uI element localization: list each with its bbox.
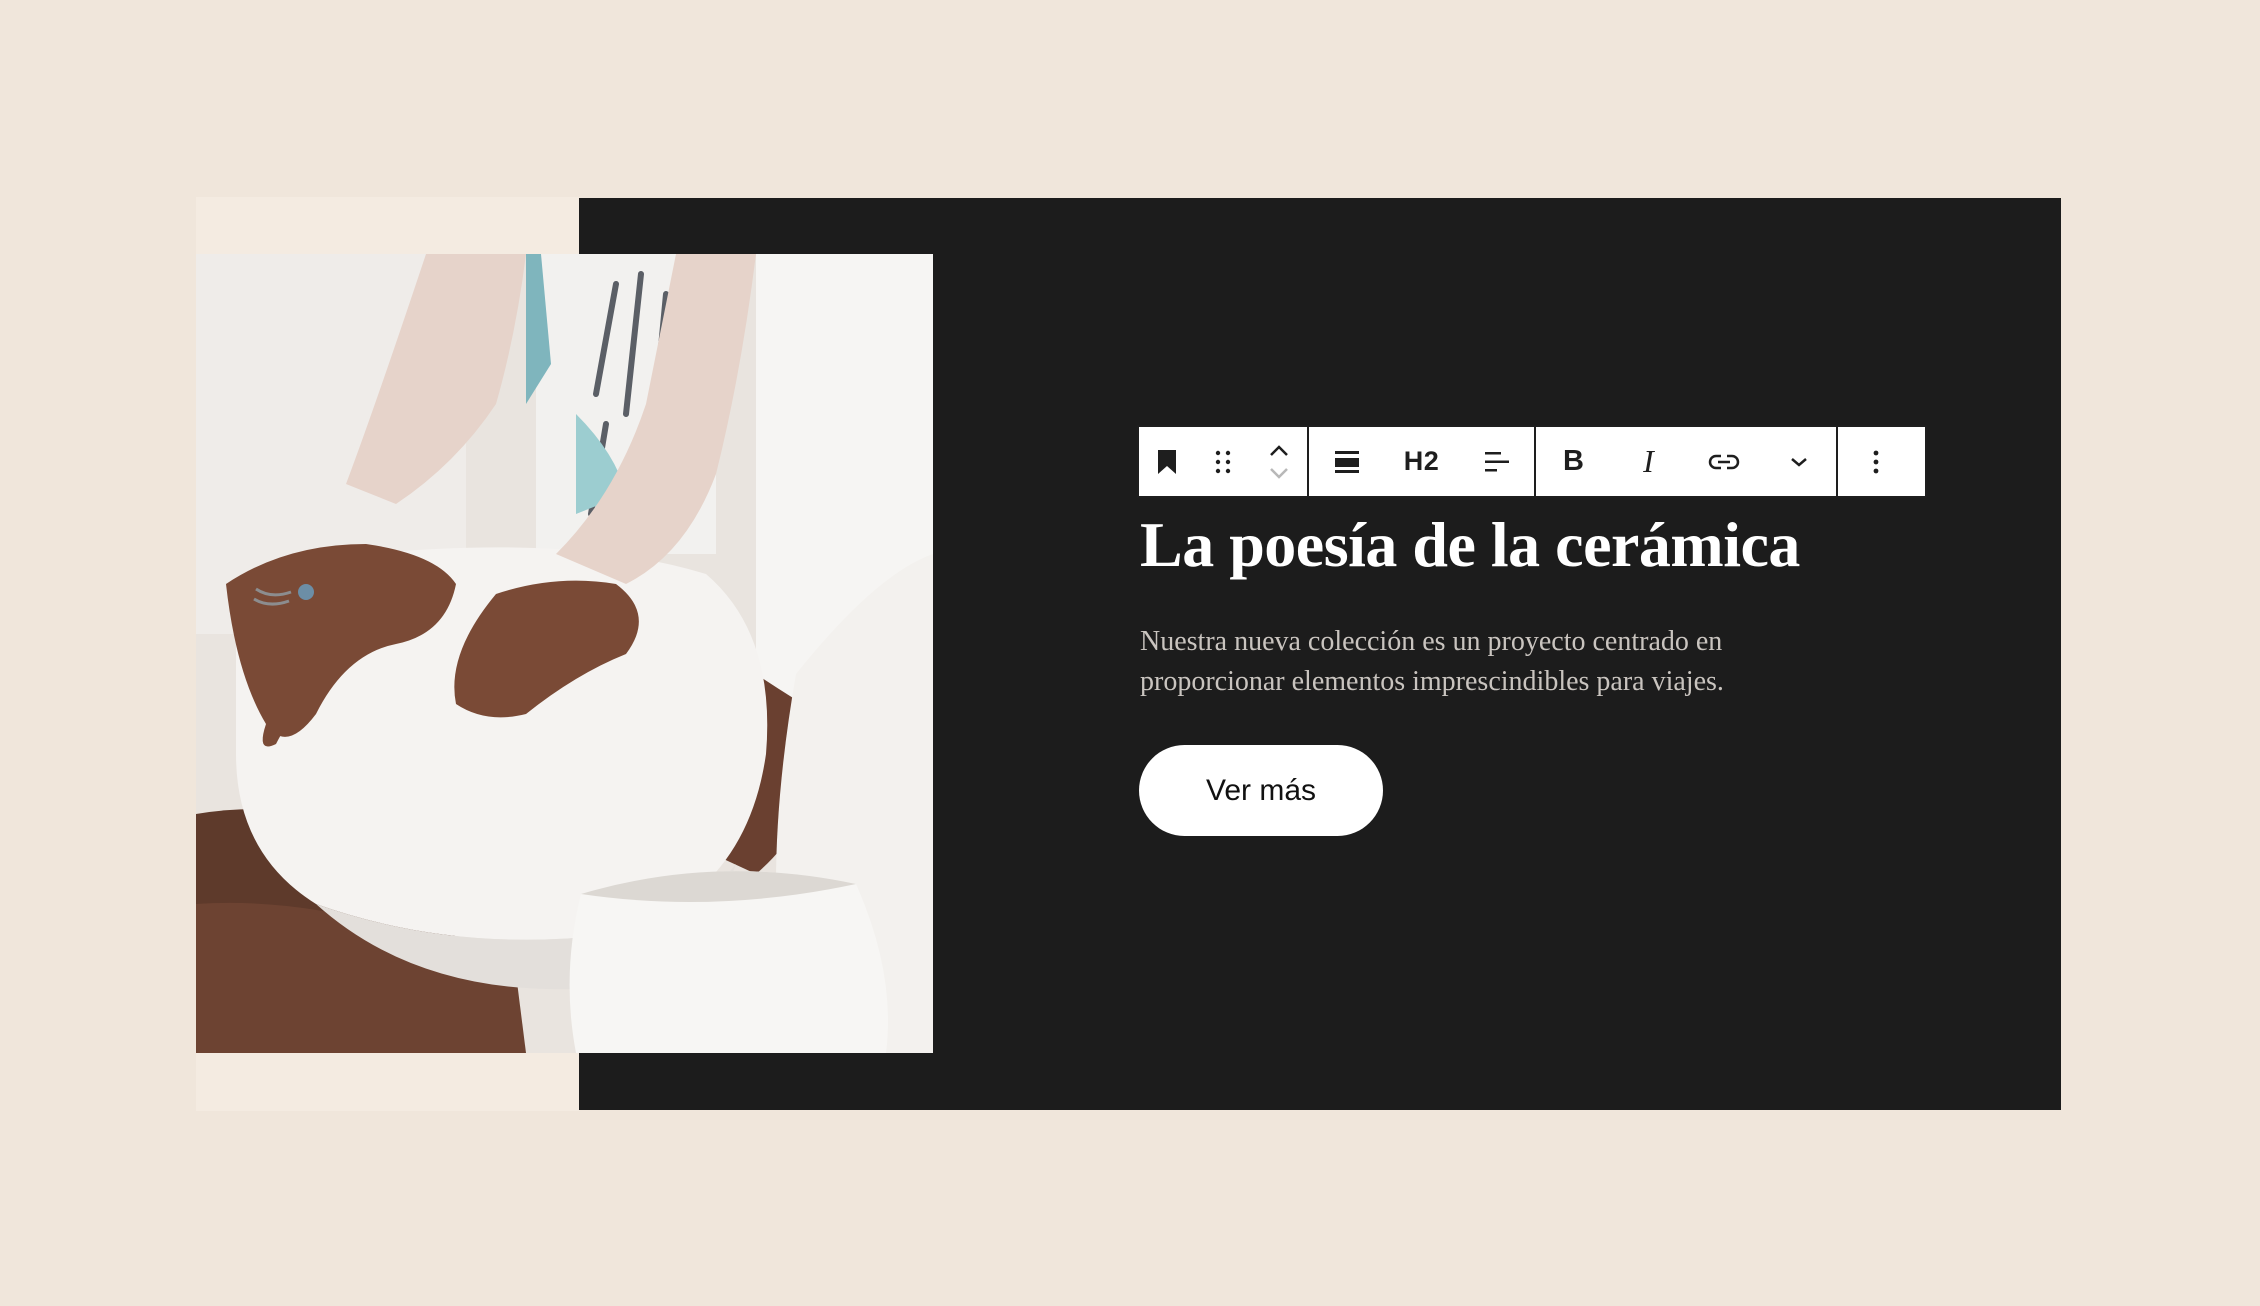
- chevron-down-icon[interactable]: [1269, 467, 1289, 479]
- block-options-button[interactable]: [1838, 427, 1913, 496]
- toolbar-group-block: [1139, 427, 1307, 496]
- ceramic-photo[interactable]: [196, 254, 933, 1053]
- drag-handle-icon: [1215, 450, 1231, 473]
- link-button[interactable]: [1686, 427, 1761, 496]
- more-formats-button[interactable]: [1761, 427, 1836, 496]
- align-left-icon: [1484, 451, 1509, 471]
- block-type-button[interactable]: [1139, 427, 1195, 496]
- align-full-width-icon: [1334, 450, 1359, 473]
- toolbar-group-layout: H2: [1309, 427, 1534, 496]
- cover-description[interactable]: Nuestra nueva colección es un proyecto c…: [1140, 622, 1780, 702]
- block-toolbar: H2 B I: [1137, 425, 1927, 498]
- chevron-down-icon: [1790, 457, 1807, 467]
- drag-handle-button[interactable]: [1195, 427, 1251, 496]
- more-vertical-icon: [1873, 450, 1878, 473]
- heading-level-label: H2: [1403, 446, 1440, 476]
- bold-button[interactable]: B: [1536, 427, 1611, 496]
- bookmark-icon: [1158, 449, 1176, 474]
- bold-label: B: [1563, 445, 1584, 477]
- move-block-buttons[interactable]: [1251, 427, 1307, 496]
- italic-label: I: [1643, 443, 1654, 479]
- heading-level-button[interactable]: H2: [1384, 427, 1459, 496]
- link-icon: [1708, 454, 1739, 469]
- cover-heading[interactable]: La poesía de la cerámica: [1140, 508, 1800, 582]
- chevron-up-icon[interactable]: [1269, 444, 1289, 457]
- toolbar-group-format: B I: [1536, 427, 1836, 496]
- ver-mas-button[interactable]: Ver más: [1139, 745, 1383, 836]
- text-align-button[interactable]: [1459, 427, 1534, 496]
- ceramic-photo-illustration: [196, 254, 933, 1053]
- italic-button[interactable]: I: [1611, 427, 1686, 496]
- toolbar-group-options: [1838, 427, 1913, 496]
- editor-canvas: H2 B I La poesía de la cerámica Nuestra …: [0, 0, 2260, 1306]
- align-button[interactable]: [1309, 427, 1384, 496]
